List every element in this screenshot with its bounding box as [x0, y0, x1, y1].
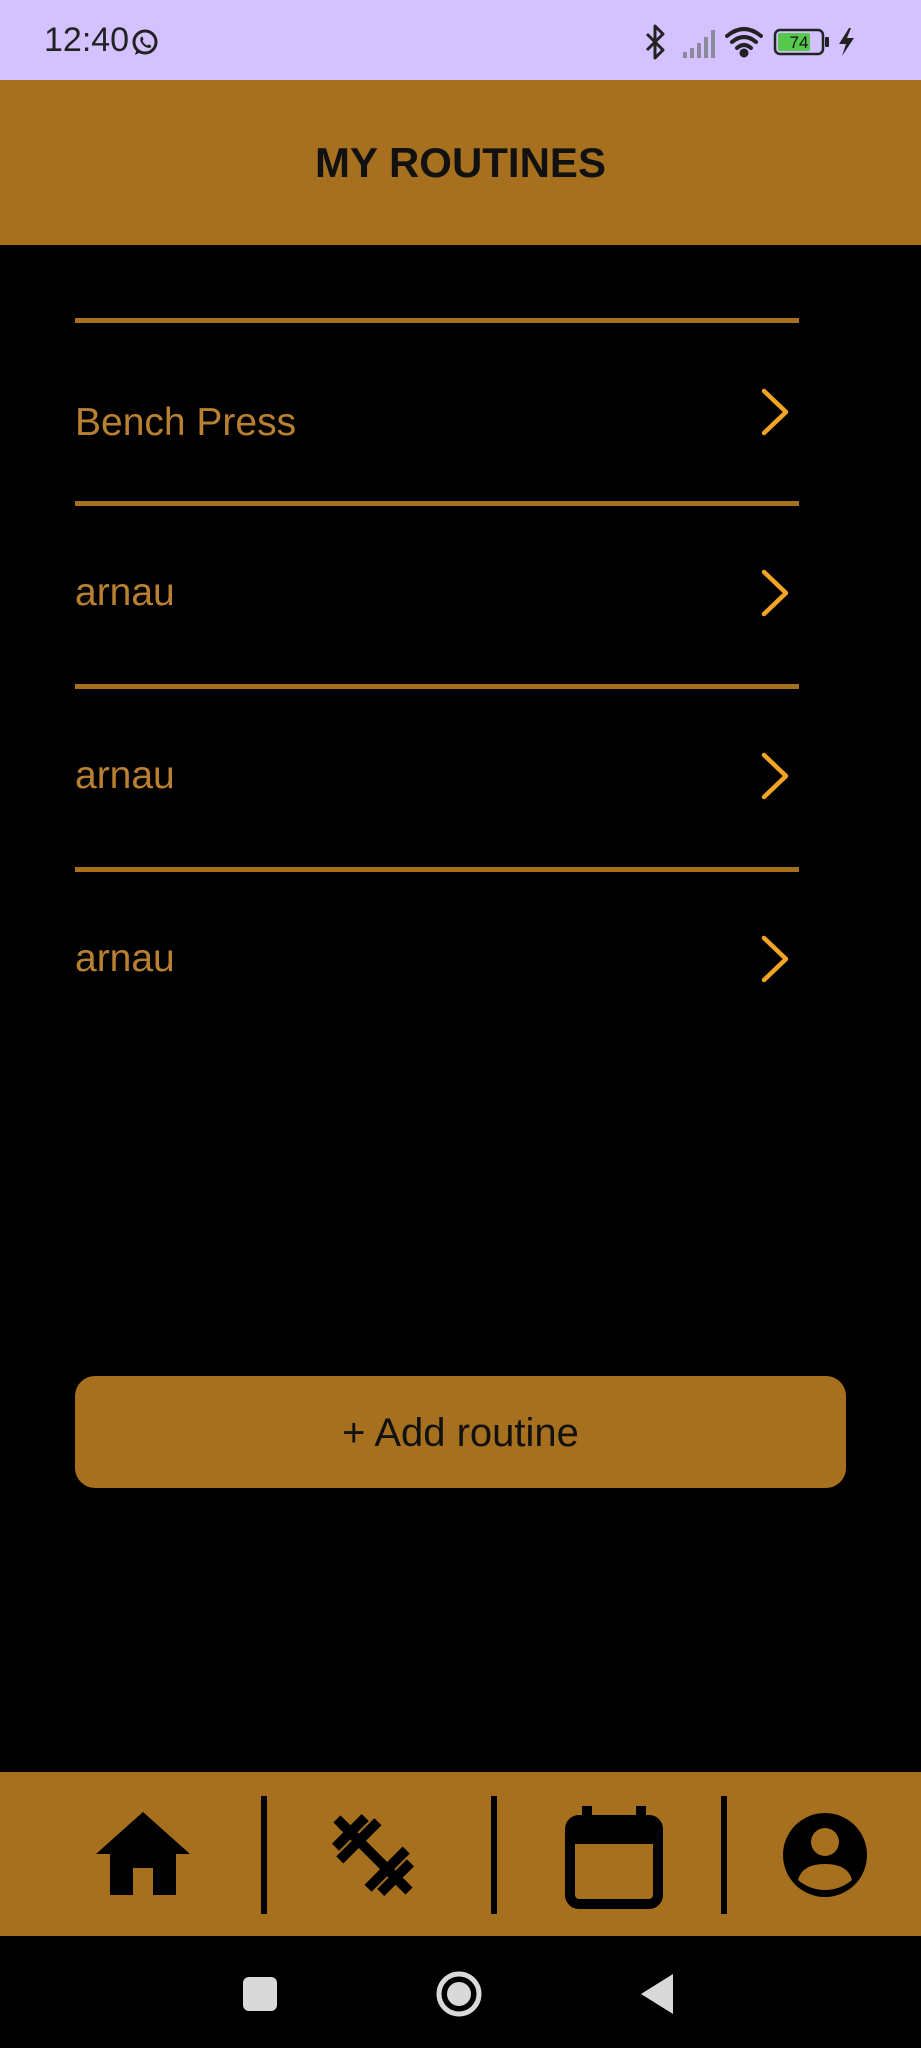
chevron-right-icon[interactable]: [759, 751, 791, 806]
chevron-right-icon[interactable]: [759, 568, 791, 623]
recents-button[interactable]: [232, 1966, 288, 2022]
routine-item-arnau[interactable]: arnau: [75, 689, 799, 867]
nav-home[interactable]: [88, 1800, 198, 1910]
nav-workouts[interactable]: [318, 1800, 428, 1910]
recents-icon: [243, 1977, 277, 2011]
signal-icon: [683, 30, 715, 58]
back-button[interactable]: [631, 1966, 687, 2022]
nav-separator: [721, 1796, 727, 1914]
nav-separator: [491, 1796, 497, 1914]
chevron-right-icon[interactable]: [759, 934, 791, 989]
wifi-icon: [725, 27, 763, 58]
routine-item-bench-press[interactable]: Bench Press: [75, 323, 799, 501]
add-routine-label: + Add routine: [342, 1411, 579, 1455]
bluetooth-icon: [645, 24, 665, 60]
add-routine-button[interactable]: + Add routine: [75, 1376, 846, 1488]
bottom-nav: [0, 1772, 921, 1936]
battery-icon: 74: [773, 28, 829, 56]
status-time: 12:40: [44, 21, 130, 59]
routine-list: Bench Press arnau arnau arnau: [75, 318, 799, 1050]
routine-item-arnau[interactable]: arnau: [75, 506, 799, 684]
nav-calendar[interactable]: [560, 1800, 670, 1910]
screen: 12:40 74 MY ROUTINES Bench Press arnau a…: [0, 0, 921, 2048]
whatsapp-icon: [130, 28, 160, 63]
chevron-right-icon[interactable]: [759, 387, 791, 442]
profile-icon: [783, 1813, 867, 1897]
battery-level: 74: [790, 33, 809, 52]
routine-label: arnau: [75, 571, 175, 614]
status-bar: 12:40 74: [0, 0, 921, 80]
nav-profile[interactable]: [770, 1800, 880, 1910]
home-system-button[interactable]: [431, 1966, 487, 2022]
home-icon: [96, 1812, 190, 1895]
routine-label: arnau: [75, 937, 175, 980]
calendar-icon: [565, 1806, 663, 1909]
routine-label: Bench Press: [75, 401, 297, 444]
back-icon: [641, 1974, 673, 2014]
routine-item-arnau[interactable]: arnau: [75, 872, 799, 1050]
system-nav: [0, 1936, 921, 2048]
charging-icon: [839, 28, 854, 56]
status-icons: 74: [645, 24, 854, 60]
home-circle-icon: [436, 1971, 482, 2017]
app-header: MY ROUTINES: [0, 80, 921, 245]
dumbbell-icon: [331, 1813, 415, 1897]
nav-separator: [261, 1796, 267, 1914]
routine-label: arnau: [75, 754, 175, 797]
page-title: MY ROUTINES: [315, 139, 606, 186]
